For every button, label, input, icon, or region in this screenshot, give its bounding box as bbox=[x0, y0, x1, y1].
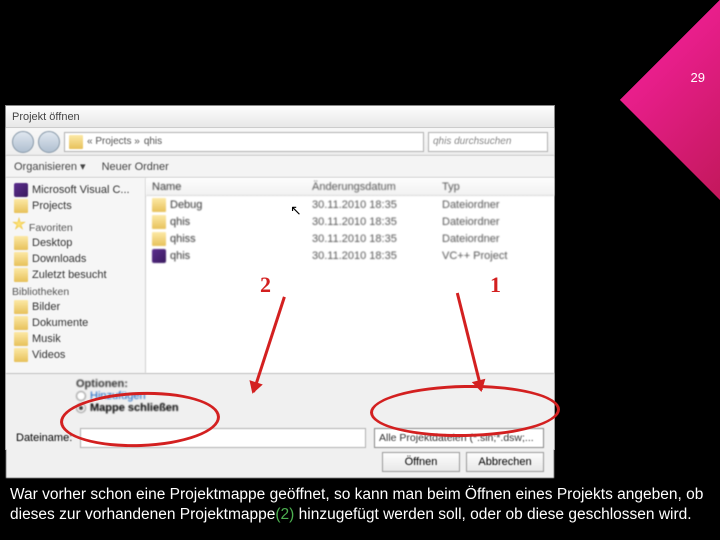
toolbar-organize[interactable]: Organisieren ▾ bbox=[14, 160, 86, 173]
folder-icon bbox=[14, 252, 28, 266]
sidebar-item-projects[interactable]: Projects bbox=[8, 198, 143, 214]
filename-row: Dateiname: Alle Projektdateien (*.sln;*.… bbox=[16, 428, 544, 448]
dialog-button-row: Öffnen Abbrechen bbox=[16, 452, 544, 472]
folder-icon bbox=[152, 232, 166, 246]
sidebar-item-downloads[interactable]: Downloads bbox=[8, 251, 143, 267]
filename-label: Dateiname: bbox=[16, 432, 72, 444]
file-row[interactable]: qhis 30.11.2010 18:35 VC++ Project bbox=[146, 247, 554, 264]
dialog-title: Projekt öffnen bbox=[12, 111, 80, 123]
dialog-body: Microsoft Visual C... Projects Favoriten… bbox=[6, 178, 554, 373]
sidebar-label: Projects bbox=[32, 200, 72, 212]
intro-underline-vcxproj: vcxproj (1) bbox=[77, 29, 149, 46]
file-row[interactable]: qhiss 30.11.2010 18:35 Dateiordner bbox=[146, 230, 554, 247]
folder-icon bbox=[14, 199, 28, 213]
sidebar-item-docs[interactable]: Dokumente bbox=[8, 315, 143, 331]
option-label: Mappe schließen bbox=[90, 402, 179, 414]
dialog-navbar: « Projects » qhis qhis durchsuchen bbox=[6, 128, 554, 156]
intro-underline-1: (1) bbox=[425, 29, 444, 46]
page-number: 29 bbox=[691, 70, 705, 85]
search-placeholder: qhis durchsuchen bbox=[433, 136, 511, 147]
sidebar-label: Zuletzt besucht bbox=[32, 269, 107, 281]
intro-text-c: ) oder Projektmappendateien (Endung . bbox=[150, 29, 426, 46]
open-button[interactable]: Öffnen bbox=[382, 452, 460, 472]
file-date: 30.11.2010 18:35 bbox=[306, 250, 436, 262]
sidebar-label: Dokumente bbox=[32, 317, 88, 329]
nav-sidebar: Microsoft Visual C... Projects Favoriten… bbox=[6, 178, 146, 373]
file-type: Dateiordner bbox=[436, 216, 536, 228]
folder-icon bbox=[14, 348, 28, 362]
dialog-bottom-panel: Optionen: Hinzufügen Mappe schließen Dat… bbox=[6, 373, 554, 478]
visualstudio-icon bbox=[14, 183, 28, 197]
annotation-number-1: 1 bbox=[490, 272, 501, 298]
intro-paragraph: →Es öffnet sich ein Fenster zur Dateiaus… bbox=[10, 8, 650, 68]
star-icon bbox=[12, 217, 26, 231]
option-label: Hinzufügen bbox=[90, 390, 146, 402]
folder-icon bbox=[152, 215, 166, 229]
file-row[interactable]: qhis 30.11.2010 18:35 Dateiordner bbox=[146, 213, 554, 230]
file-name: qhiss bbox=[170, 233, 196, 245]
toolbar-new-folder[interactable]: Neuer Ordner bbox=[102, 161, 169, 173]
file-date: 30.11.2010 18:35 bbox=[306, 199, 436, 211]
folder-icon bbox=[14, 268, 28, 282]
file-list-header: Name Änderungsdatum Typ bbox=[146, 178, 554, 196]
file-date: 30.11.2010 18:35 bbox=[306, 233, 436, 245]
file-date: 30.11.2010 18:35 bbox=[306, 216, 436, 228]
file-name: qhis bbox=[170, 250, 190, 262]
sidebar-label: Desktop bbox=[32, 237, 72, 249]
sidebar-label: Videos bbox=[32, 349, 65, 361]
file-type: Dateiordner bbox=[436, 199, 536, 211]
sidebar-item-desktop[interactable]: Desktop bbox=[8, 235, 143, 251]
file-type: Dateiordner bbox=[436, 233, 536, 245]
cursor-icon: ↖ bbox=[290, 202, 302, 219]
annotation-number-2: 2 bbox=[260, 272, 271, 298]
dialog-titlebar: Projekt öffnen bbox=[6, 106, 554, 128]
col-name[interactable]: Name bbox=[146, 181, 306, 193]
file-type: VC++ Project bbox=[436, 250, 536, 262]
sidebar-label: Musik bbox=[32, 333, 61, 345]
filetype-dropdown[interactable]: Alle Projektdateien (*.sln;*.dsw;... bbox=[374, 428, 544, 448]
breadcrumb-path[interactable]: « Projects » qhis bbox=[64, 132, 424, 152]
file-row[interactable]: Debug 30.11.2010 18:35 Dateiordner bbox=[146, 196, 554, 213]
vcproj-icon bbox=[152, 249, 166, 263]
file-dialog-window: Projekt öffnen « Projects » qhis qhis du… bbox=[5, 105, 555, 450]
folder-icon bbox=[69, 135, 83, 149]
sidebar-header-fav: Favoriten bbox=[8, 214, 143, 235]
sidebar-item-vs[interactable]: Microsoft Visual C... bbox=[8, 182, 143, 198]
col-type[interactable]: Typ bbox=[436, 181, 536, 193]
sidebar-header-label: Favoriten bbox=[29, 222, 73, 234]
sidebar-label: Bilder bbox=[32, 301, 60, 313]
sidebar-item-pictures[interactable]: Bilder bbox=[8, 299, 143, 315]
breadcrumb-current: qhis bbox=[144, 136, 162, 147]
breadcrumb-prefix: « Projects » bbox=[87, 136, 140, 147]
options-group: Optionen: Hinzufügen Mappe schließen bbox=[16, 378, 544, 414]
sidebar-label: Microsoft Visual C... bbox=[32, 184, 130, 196]
folder-icon bbox=[14, 300, 28, 314]
sidebar-item-recent[interactable]: Zuletzt besucht bbox=[8, 267, 143, 283]
nav-forward-button[interactable] bbox=[38, 131, 60, 153]
filename-input[interactable] bbox=[80, 428, 366, 448]
outro-paragraph: War vorher schon eine Projektmappe geöff… bbox=[10, 485, 710, 525]
search-input[interactable]: qhis durchsuchen bbox=[428, 132, 548, 152]
file-name: qhis bbox=[170, 216, 190, 228]
nav-back-button[interactable] bbox=[12, 131, 34, 153]
folder-icon bbox=[14, 316, 28, 330]
sidebar-item-music[interactable]: Musik bbox=[8, 331, 143, 347]
col-date[interactable]: Änderungsdatum bbox=[306, 181, 436, 193]
folder-icon bbox=[14, 236, 28, 250]
radio-icon bbox=[76, 391, 86, 401]
cancel-button[interactable]: Abbrechen bbox=[466, 452, 544, 472]
sidebar-item-videos[interactable]: Videos bbox=[8, 347, 143, 363]
folder-icon bbox=[14, 332, 28, 346]
outro-text-c: hinzugefügt werden soll, oder ob diese g… bbox=[294, 506, 691, 523]
radio-icon bbox=[76, 403, 86, 413]
outro-green-2: (2) bbox=[275, 506, 294, 523]
option-close[interactable]: Mappe schließen bbox=[76, 402, 544, 414]
dialog-toolbar: Organisieren ▾ Neuer Ordner bbox=[6, 156, 554, 178]
folder-icon bbox=[152, 198, 166, 212]
sidebar-label: Downloads bbox=[32, 253, 86, 265]
sidebar-header-libs: Bibliotheken bbox=[8, 283, 143, 299]
file-name: Debug bbox=[170, 199, 202, 211]
